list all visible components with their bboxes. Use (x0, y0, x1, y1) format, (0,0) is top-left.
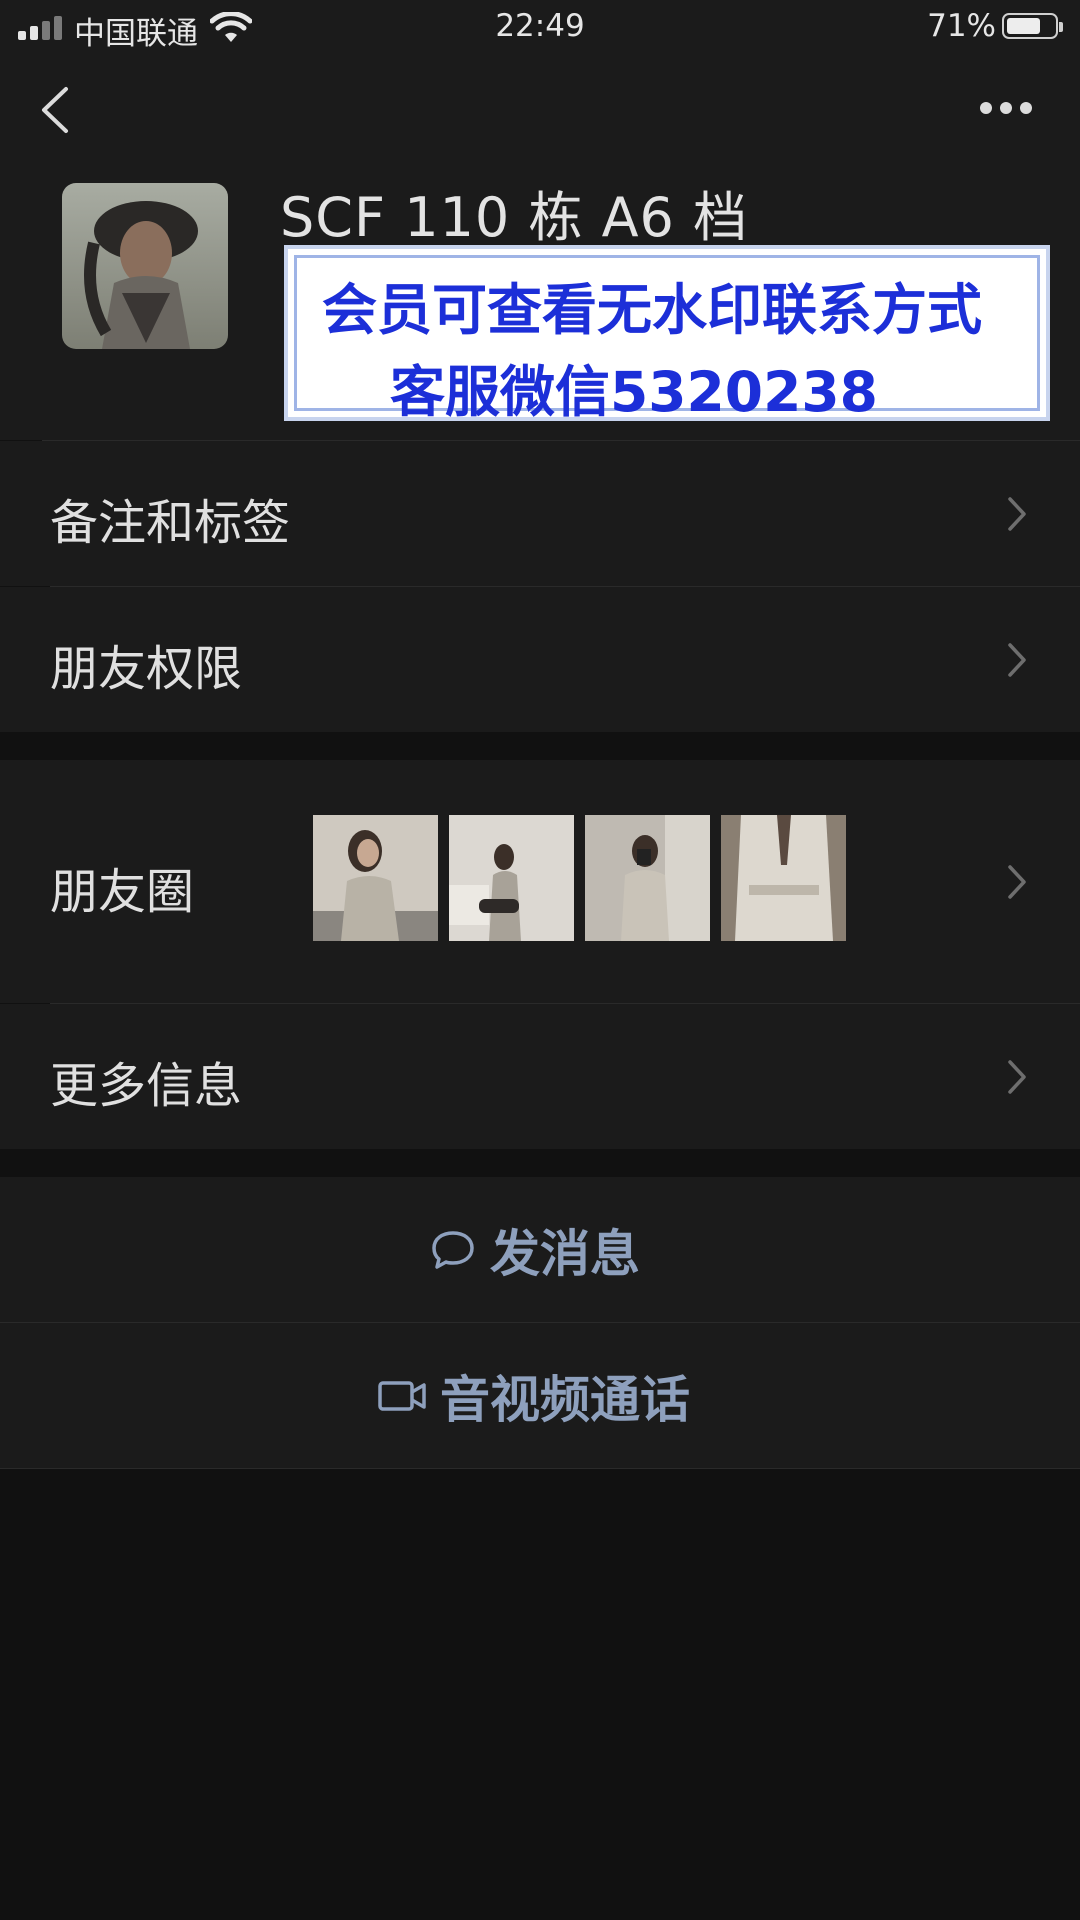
video-camera-icon (378, 1380, 426, 1411)
moments-thumbnail (313, 815, 438, 941)
banner-line-1: 会员可查看无水印联系方式 (322, 278, 983, 342)
chevron-right-icon (1008, 643, 1026, 677)
contact-name: SCF 110 栋 A6 档 (280, 186, 749, 249)
friend-permissions-row[interactable]: 朋友权限 (0, 587, 1080, 732)
av-call-label: 音视频通话 (440, 1370, 690, 1429)
moments-thumbnail (449, 815, 574, 941)
send-message-label: 发消息 (490, 1224, 640, 1283)
chevron-right-icon (1008, 865, 1026, 899)
moments-label: 朋友圈 (50, 864, 195, 920)
status-bar: 中国联通 22:49 71% (0, 0, 1080, 55)
battery-percentage: 71% (927, 8, 996, 44)
more-info-label: 更多信息 (50, 1058, 243, 1114)
notes-tags-label: 备注和标签 (50, 495, 291, 551)
back-arrow-icon[interactable] (38, 85, 72, 135)
moments-thumbnails (313, 815, 848, 941)
profile-header: SCF 110 栋 A6 档 会员可查看无水印联系方式 客服微信5320238 (0, 55, 1080, 440)
battery-icon (1002, 13, 1063, 39)
moments-row[interactable]: 朋友圈 (0, 760, 1080, 1003)
more-info-row[interactable]: 更多信息 (0, 1004, 1080, 1149)
watermark-banner: 会员可查看无水印联系方式 客服微信5320238 (284, 245, 1050, 424)
chevron-right-icon (1008, 497, 1026, 531)
friend-permissions-label: 朋友权限 (50, 641, 243, 697)
chevron-right-icon (1008, 1060, 1026, 1094)
send-message-button[interactable]: 发消息 (0, 1177, 1080, 1322)
banner-line-2: 客服微信5320238 (390, 360, 878, 424)
av-call-button[interactable]: 音视频通话 (0, 1323, 1080, 1468)
moments-thumbnail (585, 815, 710, 941)
avatar[interactable] (62, 183, 228, 349)
chat-bubble-icon (432, 1230, 474, 1269)
more-dots-icon[interactable] (980, 102, 1032, 116)
notes-tags-row[interactable]: 备注和标签 (0, 441, 1080, 586)
clock-time: 22:49 (495, 8, 585, 44)
divider (0, 1468, 1080, 1469)
moments-thumbnail (721, 815, 846, 941)
